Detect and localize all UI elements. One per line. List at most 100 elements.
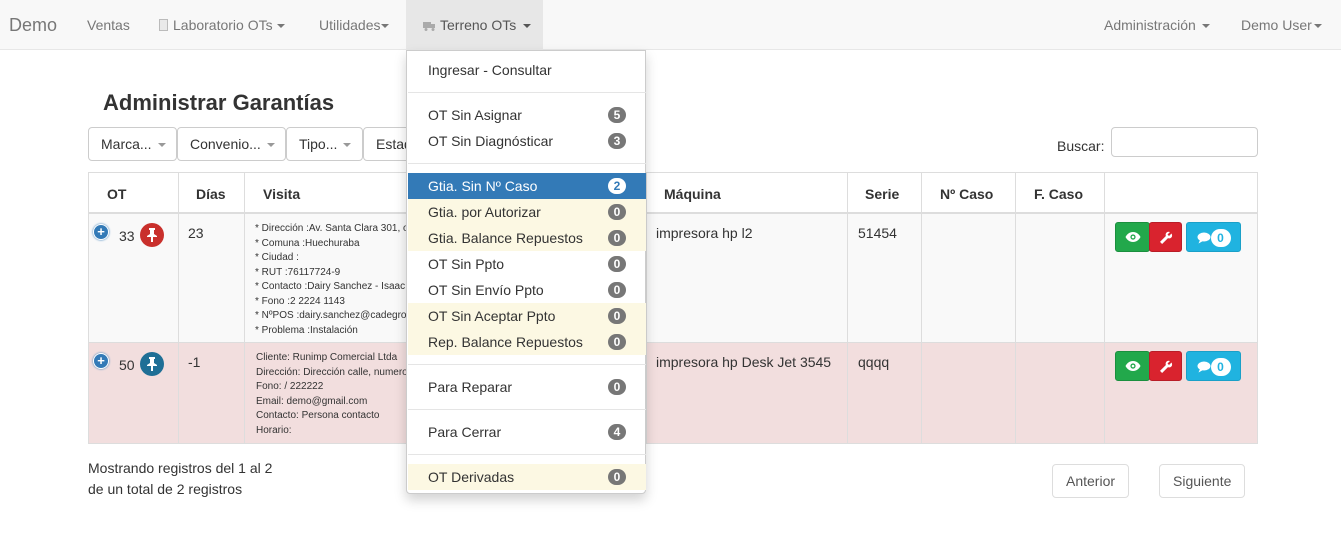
header-serie[interactable]: Serie <box>865 186 899 202</box>
header-ot[interactable]: OT <box>107 186 126 202</box>
comments-button[interactable]: 0 <box>1186 351 1241 381</box>
menu-item-ot-sin-asignar[interactable]: OT Sin Asignar 5 <box>408 102 646 128</box>
table-col-border <box>1015 172 1016 444</box>
header-f-caso[interactable]: F. Caso <box>1034 186 1083 202</box>
header-maquina[interactable]: Máquina <box>664 186 721 202</box>
menu-divider <box>408 409 646 410</box>
table-border <box>88 172 1258 173</box>
caret-down-icon <box>1201 24 1210 29</box>
table-col-border <box>847 172 848 444</box>
table-info-line1: Mostrando registros del 1 al 2 <box>88 460 273 476</box>
expand-row-icon[interactable]: + <box>93 224 109 240</box>
nav-administracion-label: Administración <box>1104 17 1196 33</box>
caret-down-icon <box>266 143 275 148</box>
count-badge: 5 <box>608 107 626 123</box>
nav-administracion[interactable]: Administración <box>1104 0 1210 50</box>
page-title: Administrar Garantías <box>103 90 335 115</box>
menu-item-label: OT Sin Envío Ppto <box>428 282 544 298</box>
visita-line: Horario: <box>256 424 292 436</box>
menu-item-gtia-sin-n-caso[interactable]: Gtia. Sin Nº Caso 2 <box>408 173 646 199</box>
wrench-icon <box>1159 360 1172 373</box>
menu-item-ot-sin-envio-ppto[interactable]: OT Sin Envío Ppto 0 <box>408 277 646 303</box>
cell-dias: 23 <box>188 225 204 241</box>
menu-item-ot-sin-aceptar-ppto[interactable]: OT Sin Aceptar Ppto 0 <box>408 303 646 329</box>
eye-icon <box>1125 361 1140 371</box>
filter-convenio[interactable]: Convenio... <box>177 127 286 161</box>
menu-item-label: OT Derivadas <box>428 469 515 485</box>
visita-line: * RUT :76117724-9 <box>255 266 341 278</box>
menu-item-gtia-por-autorizar[interactable]: Gtia. por Autorizar 0 <box>408 199 646 225</box>
cell-serie: 51454 <box>858 225 897 241</box>
pin-icon[interactable] <box>140 352 164 376</box>
table-col-border <box>1104 172 1105 444</box>
menu-item-para-cerrar[interactable]: Para Cerrar 4 <box>408 419 646 445</box>
view-button[interactable] <box>1115 351 1150 381</box>
visita-line: * Comuna :Huechuraba <box>255 237 360 249</box>
caret-down-icon <box>343 143 352 148</box>
count-badge: 0 <box>608 256 626 272</box>
menu-divider <box>408 454 646 455</box>
nav-laboratorio-label: Laboratorio OTs <box>173 17 273 33</box>
visita-line: * Dirección :Av. Santa Clara 301, of <box>255 223 406 234</box>
count-badge: 2 <box>608 178 626 194</box>
table-col-border <box>88 172 89 444</box>
cell-ot: 50 <box>119 357 135 373</box>
prev-page-button[interactable]: Anterior <box>1052 464 1130 498</box>
caret-down-icon <box>157 143 166 148</box>
repair-button[interactable] <box>1149 351 1182 381</box>
repair-button[interactable] <box>1149 222 1182 252</box>
menu-item-ot-sin-diagnosticar[interactable]: OT Sin Diagnósticar 3 <box>408 128 646 154</box>
nav-terreno-ots[interactable]: Terreno OTs <box>406 0 543 50</box>
pin-icon[interactable] <box>140 223 164 247</box>
header-dias[interactable]: Días <box>196 186 226 202</box>
cell-visita: Cliente: Runimp Comercial Ltda Dirección… <box>256 351 406 438</box>
nav-ventas[interactable]: Ventas <box>87 0 130 50</box>
caret-down-icon <box>1313 24 1322 29</box>
search-label: Buscar: <box>1057 138 1105 154</box>
table-header-border <box>88 212 1258 214</box>
nav-utilidades[interactable]: Utilidades <box>319 0 390 50</box>
count-badge: 0 <box>608 334 626 350</box>
menu-item-ot-derivadas[interactable]: OT Derivadas 0 <box>408 464 646 490</box>
comment-icon <box>1197 361 1210 373</box>
terreno-ots-dropdown: Ingresar - Consultar OT Sin Asignar 5 OT … <box>406 50 646 494</box>
cell-visita: * Dirección :Av. Santa Clara 301, of * C… <box>255 222 406 338</box>
nav-terreno-label: Terreno OTs <box>440 17 517 33</box>
menu-item-gtia-balance-repuestos[interactable]: Gtia. Balance Repuestos 0 <box>408 225 646 251</box>
menu-divider <box>408 364 646 365</box>
view-button[interactable] <box>1115 222 1150 252</box>
menu-divider <box>408 163 646 164</box>
menu-item-ot-sin-ppto[interactable]: OT Sin Ppto 0 <box>408 251 646 277</box>
table-col-border <box>244 172 245 444</box>
header-n-caso[interactable]: Nº Caso <box>940 186 993 202</box>
menu-item-ingresar-consultar[interactable]: Ingresar - Consultar <box>408 57 646 83</box>
menu-item-label: Gtia. Sin Nº Caso <box>428 178 538 194</box>
filter-marca[interactable]: Marca... <box>88 127 177 161</box>
nav-laboratorio-ots[interactable]: Laboratorio OTs <box>159 0 285 50</box>
visita-line: * NºPOS :dairy.sanchez@cadegroup <box>255 310 406 321</box>
brand-link[interactable]: Demo <box>9 0 57 50</box>
caret-down-icon <box>381 24 390 29</box>
visita-line: * Contacto :Dairy Sanchez - Isaac <box>255 281 406 292</box>
cell-maquina: impresora hp Desk Jet 3545 <box>656 354 832 370</box>
visita-line: * Ciudad : <box>255 252 299 263</box>
menu-item-rep-balance-repuestos[interactable]: Rep. Balance Repuestos 0 <box>408 329 646 355</box>
nav-utilidades-label: Utilidades <box>319 17 381 33</box>
table-row-border <box>88 443 1258 444</box>
search-input[interactable] <box>1111 127 1258 157</box>
menu-item-para-reparar[interactable]: Para Reparar 0 <box>408 374 646 400</box>
next-page-button[interactable]: Siguiente <box>1159 464 1246 498</box>
nav-user-menu[interactable]: Demo User <box>1241 0 1322 50</box>
filter-tipo[interactable]: Tipo... <box>286 127 363 161</box>
table-row-border <box>88 342 1258 343</box>
cell-ot: 33 <box>119 228 135 244</box>
cell-serie: qqqq <box>858 354 890 370</box>
table-info-line2: de un total de 2 registros <box>88 481 243 497</box>
comments-button[interactable]: 0 <box>1186 222 1241 252</box>
count-badge: 4 <box>608 424 626 440</box>
visita-line: Email: demo@gmail.com <box>256 395 368 407</box>
visita-line: * Problema :Instalación <box>255 324 358 336</box>
header-visita[interactable]: Visita <box>263 186 300 202</box>
expand-row-icon[interactable]: + <box>93 353 109 369</box>
filter-convenio-label: Convenio... <box>190 136 261 152</box>
